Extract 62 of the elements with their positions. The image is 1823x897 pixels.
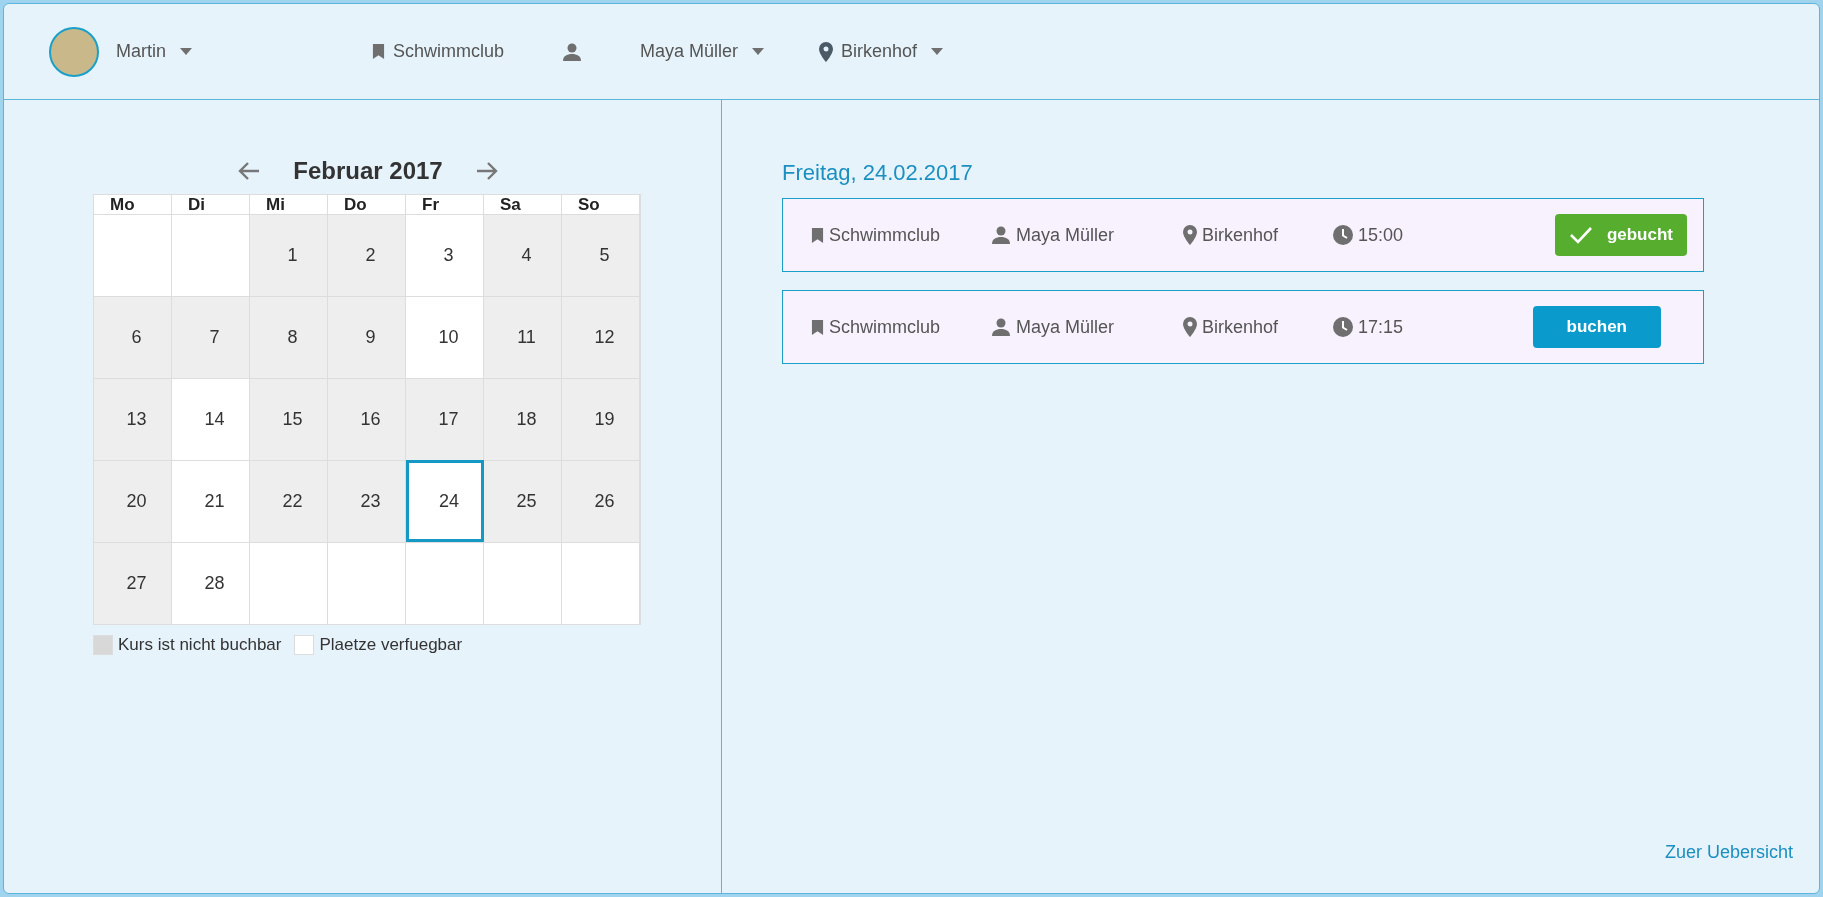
day-cell[interactable]: 15 xyxy=(250,378,328,460)
day-cell[interactable]: 8 xyxy=(250,296,328,378)
month-title: Februar 2017 xyxy=(293,157,443,185)
day-cell[interactable]: 18 xyxy=(484,378,562,460)
day-cell[interactable]: 12 xyxy=(562,296,640,378)
day-cell[interactable]: 19 xyxy=(562,378,640,460)
trainer-label: Maya Müller xyxy=(1016,316,1115,338)
club-label: Schwimmclub xyxy=(829,316,941,338)
day-cell[interactable]: 14 xyxy=(172,378,250,460)
day-cell[interactable]: 3 xyxy=(406,214,484,296)
day-title: Freitag, 24.02.2017 xyxy=(782,160,974,186)
day-cell[interactable]: 13 xyxy=(94,378,172,460)
user-menu[interactable]: Martin xyxy=(116,41,192,62)
day-cell[interactable]: 20 xyxy=(94,460,172,542)
day-cell[interactable]: 7 xyxy=(172,296,250,378)
day-cell[interactable]: 1 xyxy=(250,214,328,296)
time-label: 15:00 xyxy=(1358,224,1404,246)
person-icon xyxy=(991,318,1011,336)
day-cell[interactable]: 23 xyxy=(328,460,406,542)
day-cell[interactable]: 25 xyxy=(484,460,562,542)
day-cell[interactable]: 28 xyxy=(172,542,250,624)
avatar[interactable] xyxy=(49,26,99,77)
bookmark-icon xyxy=(372,43,385,60)
club-label: Schwimmclub xyxy=(829,224,941,246)
location-pin-icon xyxy=(1183,225,1197,245)
legend-label: Plaetze verfuegbar xyxy=(319,635,463,655)
checkmark-icon xyxy=(1568,226,1593,244)
day-cell[interactable]: 24 xyxy=(406,460,484,542)
location-pin-icon xyxy=(1183,317,1197,337)
caret-icon xyxy=(752,48,765,55)
trainer-label: Maya Müller xyxy=(1016,224,1115,246)
club-label: Schwimmclub xyxy=(393,41,505,62)
day-cell[interactable]: 4 xyxy=(484,214,562,296)
day-cell[interactable]: 6 xyxy=(94,296,172,378)
trainer-dropdown[interactable]: Maya Müller xyxy=(640,41,765,62)
location-pin-icon xyxy=(819,41,834,62)
day-cell[interactable]: 27 xyxy=(94,542,172,624)
caret-icon xyxy=(931,48,944,55)
day-cell[interactable]: 16 xyxy=(328,378,406,460)
day-cell[interactable]: 2 xyxy=(328,214,406,296)
location-label: Birkenhof xyxy=(1202,316,1279,338)
clock-icon xyxy=(1333,225,1353,245)
day-cell[interactable]: 9 xyxy=(328,296,406,378)
day-cell[interactable]: 21 xyxy=(172,460,250,542)
day-cell[interactable]: 11 xyxy=(484,296,562,378)
day-cell[interactable]: 5 xyxy=(562,214,640,296)
day-cell[interactable]: 26 xyxy=(562,460,640,542)
caret-icon xyxy=(180,48,192,55)
person-icon xyxy=(562,42,583,61)
person-icon xyxy=(991,226,1011,244)
day-cell[interactable]: 17 xyxy=(406,378,484,460)
bookmark-icon xyxy=(811,226,824,244)
legend-label: Kurs ist nicht buchbar xyxy=(118,635,282,655)
day-cell[interactable]: 22 xyxy=(250,460,328,542)
location-dropdown[interactable]: Birkenhof xyxy=(819,41,944,62)
arrow-left-icon[interactable] xyxy=(237,161,262,181)
arrow-right-icon[interactable] xyxy=(474,161,499,181)
location-label: Birkenhof xyxy=(1202,224,1279,246)
bookmark-icon xyxy=(811,318,824,336)
time-label: 17:15 xyxy=(1358,316,1404,338)
clock-icon xyxy=(1333,317,1353,337)
day-cell[interactable]: 10 xyxy=(406,296,484,378)
